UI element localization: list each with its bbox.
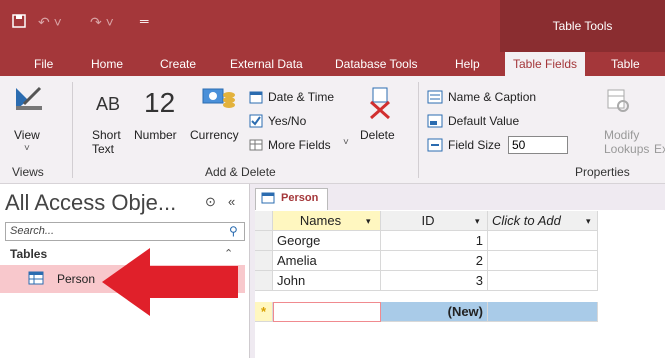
tab-database-tools[interactable]: Database Tools xyxy=(335,57,418,71)
date-time-button[interactable]: Date & Time xyxy=(268,90,334,104)
table-cell-names[interactable]: George xyxy=(273,231,381,251)
column-dropdown-icon[interactable]: ▾ xyxy=(586,216,591,227)
select-all-corner[interactable] xyxy=(255,211,273,231)
table-cell-names[interactable]: Amelia xyxy=(273,251,381,271)
column-header-id[interactable]: ID xyxy=(381,211,488,231)
short-text-button[interactable]: Short Text xyxy=(92,128,132,156)
new-record-marker[interactable]: * xyxy=(255,302,273,322)
more-fields-chevron-icon[interactable]: ˅ xyxy=(343,137,349,148)
name-caption-button[interactable]: Name & Caption xyxy=(448,90,536,104)
currency-button[interactable]: Currency xyxy=(190,128,239,142)
short-text-icon[interactable]: AB xyxy=(96,94,120,115)
nav-pane-menu-icon[interactable]: ⊙ xyxy=(205,194,216,210)
view-button[interactable]: View xyxy=(14,128,40,142)
field-size-label: Field Size xyxy=(448,138,501,152)
more-fields-button[interactable]: More Fields xyxy=(268,138,331,152)
undo-icon[interactable]: ↶ ˅ xyxy=(38,14,62,31)
table-icon xyxy=(28,271,44,288)
view-icon[interactable] xyxy=(14,86,44,115)
new-row-names-cell[interactable] xyxy=(273,302,381,322)
group-divider xyxy=(418,82,419,178)
tab-table[interactable]: Table xyxy=(611,57,640,71)
redo-icon[interactable]: ↷ ˅ xyxy=(90,14,114,31)
properties-group-label: Properties xyxy=(575,165,630,179)
table-cell-id[interactable]: 1 xyxy=(381,231,488,251)
tab-help[interactable]: Help xyxy=(455,57,480,71)
expression-button-partial[interactable]: Ex xyxy=(654,142,665,156)
table-cell-names[interactable]: John xyxy=(273,271,381,291)
field-size-input[interactable] xyxy=(508,136,568,154)
new-row-id-cell[interactable]: (New) xyxy=(381,302,488,322)
currency-icon[interactable] xyxy=(201,85,237,120)
date-time-icon xyxy=(249,90,263,107)
number-button[interactable]: Number xyxy=(134,128,177,142)
table-cell-empty[interactable] xyxy=(488,231,598,251)
red-arrow-annotation xyxy=(100,246,240,321)
yes-no-checkbox-icon xyxy=(249,114,263,131)
column-header-click-to-add[interactable]: Click to Add xyxy=(488,211,598,231)
default-value-button[interactable]: Default Value xyxy=(448,114,519,128)
tab-file[interactable]: File xyxy=(34,57,53,71)
view-dropdown-chevron-icon[interactable]: ˅ xyxy=(24,143,30,154)
more-fields-icon xyxy=(249,138,263,155)
modify-lookups-button[interactable]: Modify Lookups xyxy=(604,128,649,156)
datasheet-tab-label: Person xyxy=(281,192,319,204)
table-cell-id[interactable]: 3 xyxy=(381,271,488,291)
navigation-pane-title[interactable]: All Access Obje... xyxy=(5,190,176,216)
column-dropdown-icon[interactable]: ▾ xyxy=(366,216,371,227)
tab-table-fields[interactable]: Table Fields xyxy=(505,52,586,76)
modify-lookups-icon[interactable] xyxy=(607,88,631,117)
tables-section-header[interactable]: Tables xyxy=(10,247,47,261)
row-selector[interactable] xyxy=(255,251,273,271)
table-tab-icon xyxy=(261,192,275,207)
add-delete-group-label: Add & Delete xyxy=(205,165,276,179)
group-divider xyxy=(72,82,73,178)
search-icon[interactable]: ⚲ xyxy=(229,224,238,238)
default-value-icon xyxy=(427,114,443,131)
delete-button[interactable]: Delete xyxy=(360,128,395,142)
field-size-icon xyxy=(427,138,443,155)
table-cell-empty[interactable] xyxy=(488,251,598,271)
name-caption-icon xyxy=(427,90,443,107)
table-tools-header: Table Tools xyxy=(500,0,665,52)
delete-icon[interactable] xyxy=(368,86,392,123)
new-row-empty-cell[interactable] xyxy=(488,302,598,322)
row-selector[interactable] xyxy=(255,271,273,291)
table-tools-label: Table Tools xyxy=(552,19,613,33)
nav-item-label: Person xyxy=(57,272,96,286)
shutter-bar-close-icon[interactable]: « xyxy=(228,194,235,209)
search-placeholder: Search... xyxy=(10,225,55,237)
table-cell-empty[interactable] xyxy=(488,271,598,291)
views-group-label: Views xyxy=(12,165,44,179)
tab-external-data[interactable]: External Data xyxy=(230,57,303,71)
table-cell-id[interactable]: 2 xyxy=(381,251,488,271)
number-icon[interactable]: 12 xyxy=(144,87,175,119)
yes-no-button[interactable]: Yes/No xyxy=(268,114,306,128)
tab-create[interactable]: Create xyxy=(160,57,196,71)
tab-home[interactable]: Home xyxy=(91,57,123,71)
search-input[interactable]: Search... xyxy=(5,222,245,241)
save-icon[interactable] xyxy=(12,14,26,31)
customize-qat-icon[interactable]: ═ xyxy=(140,14,149,28)
row-selector[interactable] xyxy=(255,231,273,251)
column-dropdown-icon[interactable]: ▾ xyxy=(475,216,480,227)
column-header-names[interactable]: Names xyxy=(273,211,381,231)
